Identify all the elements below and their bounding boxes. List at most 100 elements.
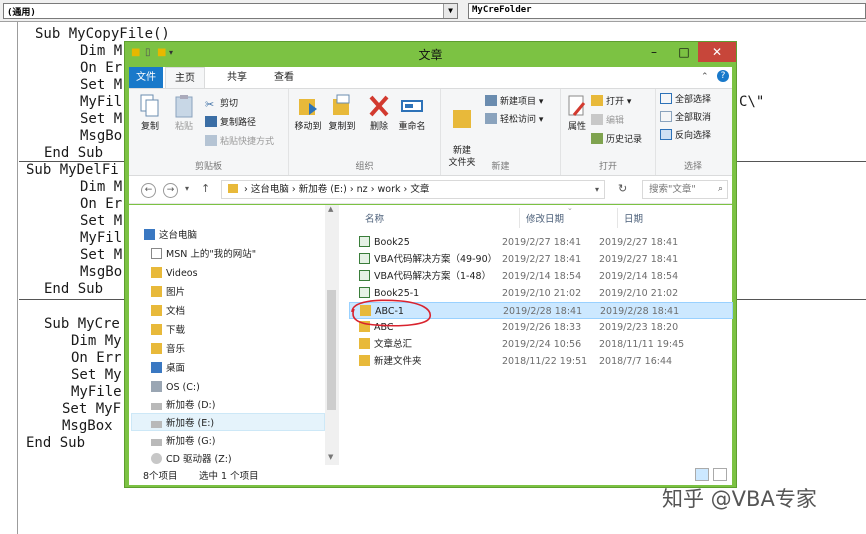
refresh-icon[interactable]: ↻ [618, 182, 627, 195]
navigation-pane[interactable]: 这台电脑 MSN 上的"我的网站" Videos 图片 文档 下载 音乐 桌面 … [129, 205, 339, 465]
ribbon-tab-strip: 文件 主页 共享 查看 ⌃ ? [129, 67, 732, 88]
edit-label: 编辑 [606, 116, 625, 126]
file-list[interactable]: 名称 修改日期 ⌄ 日期 Book25 2019/2/27 18:41 2019… [344, 204, 733, 465]
scroll-up-icon[interactable]: ▲ [328, 205, 333, 213]
file-date: 2019/2/27 18:41 [599, 237, 679, 248]
back-button[interactable]: ← [141, 183, 156, 198]
select-group: 全部选择 全部取消 反向选择 选择 [656, 89, 730, 175]
large-icons-view-button[interactable] [713, 468, 727, 481]
details-view-button[interactable] [695, 468, 709, 481]
tab-share[interactable]: 共享 [217, 67, 257, 88]
nav-item-drive-c[interactable]: OS (C:) [151, 379, 200, 397]
nav-item-label: 桌面 [166, 363, 186, 374]
chevron-down-icon[interactable]: ▾ [595, 181, 599, 198]
copy-path-button[interactable]: 复制路径 [205, 116, 256, 130]
tab-view[interactable]: 查看 [264, 67, 304, 88]
properties-button[interactable]: 属性 [563, 93, 591, 133]
nav-item-videos[interactable]: Videos [151, 265, 198, 283]
file-name: Book25 [374, 237, 410, 248]
recent-locations-icon[interactable]: ▾ [185, 184, 189, 193]
nav-scrollbar[interactable]: ▲ ▼ [325, 205, 339, 465]
nav-item-downloads[interactable]: 下载 [151, 322, 185, 340]
column-divider[interactable] [519, 208, 520, 228]
new-item-icon [485, 95, 497, 106]
file-row[interactable]: 新建文件夹 2018/11/22 19:51 2018/7/7 16:44 [349, 353, 733, 370]
copy-button[interactable]: 复制 [135, 93, 165, 133]
column-divider[interactable] [617, 208, 618, 228]
paste-shortcut-button[interactable]: 粘贴快捷方式 [205, 135, 274, 149]
rename-button[interactable]: 重命名 [395, 93, 429, 133]
copy-to-button[interactable]: 复制到 [325, 93, 359, 133]
drive-icon [151, 381, 162, 392]
column-header-modified[interactable]: 修改日期 [526, 211, 564, 225]
file-modified: 2019/2/24 10:56 [502, 339, 582, 350]
cut-button[interactable]: ✂ 剪切 [205, 97, 238, 111]
red-circle-annotation [351, 299, 431, 327]
rename-label: 重命名 [398, 122, 426, 132]
file-row[interactable]: VBA代码解决方案（1-48） 2019/2/14 18:54 2019/2/1… [349, 268, 733, 285]
file-row[interactable]: 文章总汇 2019/2/24 10:56 2018/11/11 19:45 [349, 336, 733, 353]
open-button[interactable]: 打开 ▾ [591, 95, 631, 109]
nav-item-label: 图片 [166, 287, 186, 298]
nav-item-label: OS (C:) [166, 382, 200, 393]
code-line: MsgBo [80, 128, 123, 144]
tab-file[interactable]: 文件 [129, 67, 163, 88]
new-folder-button[interactable]: 新建 文件夹 [445, 93, 479, 169]
code-line: On Err [71, 350, 122, 366]
nav-item-music[interactable]: 音乐 [151, 341, 185, 359]
nav-item-desktop[interactable]: 桌面 [151, 360, 185, 378]
column-header-date[interactable]: 日期 [624, 211, 643, 225]
search-icon: ⌕ [717, 184, 723, 194]
select-none-label: 全部取消 [675, 113, 712, 123]
nav-item-msn[interactable]: MSN 上的"我的网站" [151, 246, 256, 264]
nav-scrollbar-thumb[interactable] [327, 290, 336, 410]
maximize-button[interactable]: □ [669, 42, 699, 62]
nav-item-this-pc[interactable]: 这台电脑 [144, 227, 197, 245]
edit-button[interactable]: 编辑 [591, 114, 624, 128]
chevron-down-icon[interactable]: ▼ [443, 4, 457, 18]
file-row[interactable]: VBA代码解决方案（49-90） 2019/2/27 18:41 2019/2/… [349, 251, 733, 268]
search-input[interactable]: 搜索"文章" ⌕ [642, 180, 728, 199]
file-row[interactable]: Book25 2019/2/27 18:41 2019/2/27 18:41 [349, 234, 733, 251]
history-button[interactable]: 历史记录 [591, 133, 642, 147]
column-header-name[interactable]: 名称 [365, 211, 384, 225]
easy-access-button[interactable]: 轻松访问 ▾ [485, 113, 543, 127]
object-dropdown[interactable]: (通用) ▼ [3, 3, 458, 19]
file-modified: 2019/2/26 18:33 [502, 322, 582, 333]
paste-button[interactable]: 粘贴 [169, 93, 199, 133]
tab-home[interactable]: 主页 [165, 67, 205, 88]
forward-button[interactable]: → [163, 183, 178, 198]
excel-icon [359, 270, 370, 281]
procedure-dropdown[interactable]: MyCreFolder [468, 3, 866, 19]
selected-count: 选中 1 个项目 [199, 471, 259, 482]
rename-icon [401, 100, 423, 112]
select-all-button[interactable]: 全部选择 [660, 93, 711, 107]
code-line: MsgBox [62, 418, 113, 434]
collapse-ribbon-icon[interactable]: ⌃ [701, 72, 709, 82]
code-line: Set M [80, 213, 123, 229]
title-bar[interactable]: ■ ▯ ■ ▾ 文章 – □ ✕ [125, 42, 736, 66]
file-date: 2019/2/23 18:20 [599, 322, 679, 333]
select-none-button[interactable]: 全部取消 [660, 111, 711, 125]
nav-item-documents[interactable]: 文档 [151, 303, 185, 321]
ribbon: 复制 粘贴 ✂ 剪切 复制路径 粘贴快捷方式 剪贴板 移动到 复制到 删除 重命… [129, 88, 732, 176]
nav-item-drive-d[interactable]: 新加卷 (D:) [151, 397, 215, 415]
nav-item-pictures[interactable]: 图片 [151, 284, 185, 302]
up-arrow-icon[interactable]: ↑ [201, 182, 210, 195]
address-box[interactable]: › 这台电脑 › 新加卷 (E:) › nz › work › 文章 ▾ [221, 180, 605, 199]
file-explorer-window[interactable]: ■ ▯ ■ ▾ 文章 – □ ✕ 文件 主页 共享 查看 ⌃ ? 复制 粘贴 ✂… [124, 41, 737, 488]
nav-item-label: 下载 [166, 325, 186, 336]
invert-selection-button[interactable]: 反向选择 [660, 129, 711, 143]
nav-item-drive-g[interactable]: 新加卷 (G:) [151, 433, 216, 451]
new-item-button[interactable]: 新建项目 ▾ [485, 95, 543, 109]
move-to-button[interactable]: 移动到 [291, 93, 325, 133]
drive-icon [151, 439, 162, 446]
easy-access-icon [485, 113, 497, 124]
delete-button[interactable]: 删除 [365, 93, 393, 133]
close-button[interactable]: ✕ [698, 42, 736, 62]
item-count: 8个项目 [143, 471, 178, 482]
help-icon[interactable]: ? [717, 70, 729, 82]
scroll-down-icon[interactable]: ▼ [328, 453, 333, 461]
minimize-button[interactable]: – [639, 42, 669, 62]
nav-item-drive-e[interactable]: 新加卷 (E:) [151, 415, 214, 433]
